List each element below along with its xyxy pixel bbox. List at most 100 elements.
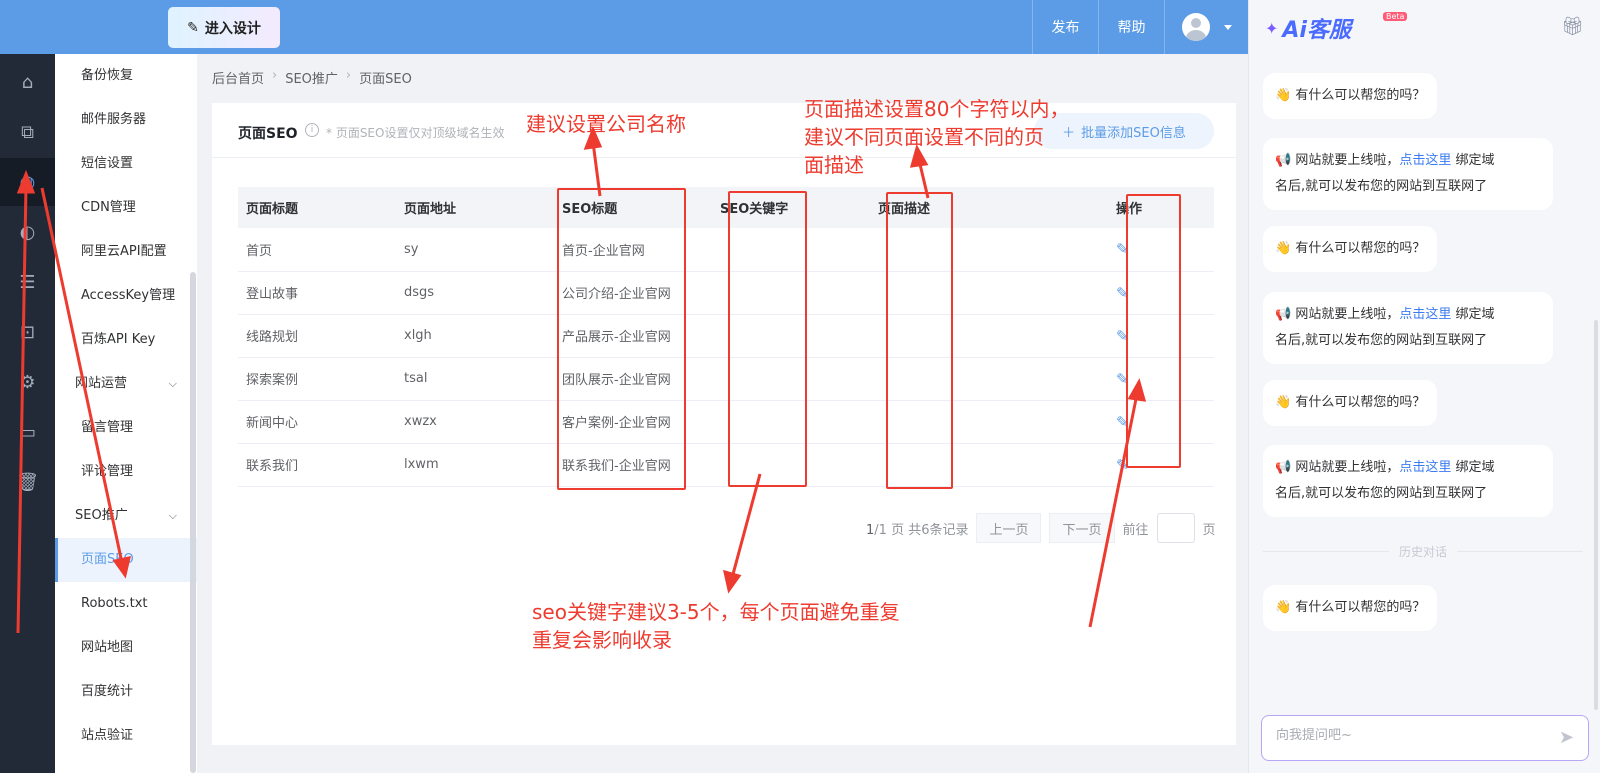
launch-post-text: 绑定域 [1455,153,1495,168]
list-icon[interactable]: ☰ [0,258,55,306]
pagination-total-text: /1 页 共6条记录 [874,522,969,538]
annotation-box-page-description [886,192,953,489]
megaphone-icon: 📢 [1275,307,1292,322]
chevron-down-icon: ⌵ [168,377,177,390]
launch-post-text: 绑定域 [1455,460,1495,475]
palette-icon[interactable]: ◐ [0,208,55,256]
cell-page-title: 探索案例 [238,357,396,401]
ai-question-input[interactable] [1276,728,1536,743]
subnav-item-bailian-key[interactable]: 百炼API Key [55,318,197,362]
chat-bubble: 👋 有什么可以帮您的吗？ [1263,73,1438,119]
copy-icon[interactable]: ⧉ [0,108,55,156]
ai-question-box[interactable]: ➤ [1261,715,1589,761]
subnav-item-site-verify[interactable]: 站点验证 [55,714,197,758]
page-title: 页面SEO [238,126,298,142]
wave-hand-icon: 👋 [1275,241,1292,256]
launch-post-text: 绑定域 [1455,307,1495,322]
goto-label: 前往 [1122,522,1149,538]
publish-button[interactable]: 发布 [1032,0,1098,54]
table-row: 新闻中心 xwzx 客户案例-企业官网 ✎ [238,400,1214,444]
subnav-item-cdn[interactable]: CDN管理 [55,186,197,230]
wave-hand-icon: 👋 [1275,395,1292,410]
history-label[interactable]: 历史对话 [1399,543,1447,560]
table-row: 联系我们 lxwm 联系我们-企业官网 ✎ [238,443,1214,487]
card-hint: * 页面SEO设置仅对顶级域名生效 [326,126,505,140]
info-icon[interactable]: i [305,123,319,137]
gear-icon[interactable]: ⚙ [0,358,55,406]
subnav-group-seo[interactable]: SEO推广 ⌵ [55,494,197,538]
shop-bag-icon[interactable]: ⊡ [0,308,55,356]
greeting-text: 有什么可以帮您的吗？ [1295,600,1426,615]
trash-icon[interactable]: 🗑 [0,458,55,506]
cell-page-title: 新闻中心 [238,400,396,444]
launch-text: 网站就要上线啦， [1295,307,1400,322]
table-header-row: 页面标题 页面地址 SEO标题 SEO关键字 页面描述 操作 [238,187,1214,228]
pencil-icon: ✎ [187,19,199,36]
table-row: 探索案例 tsal 团队展示-企业官网 ✎ [238,357,1214,401]
subnav-item-accesskey[interactable]: AccessKey管理 [55,274,197,318]
table-row: 登山故事 dsgs 公司介绍-企业官网 ✎ [238,271,1214,315]
enter-design-button[interactable]: ✎ 进入设计 [168,7,280,48]
icon-rail: ⌂ ⧉ ◍ ◐ ☰ ⊡ ⚙ ▭ 🗑 [0,54,55,773]
pagination-total: 1/1 页 共6条记录 [866,519,968,538]
table-row: 线路规划 xlgh 产品展示-企业官网 ✎ [238,314,1214,358]
sidebar-scrollbar[interactable] [190,272,196,773]
wave-hand-icon: 👋 [1275,88,1292,103]
subnav-item-sms[interactable]: 短信设置 [55,142,197,186]
cell-page-title: 联系我们 [238,443,396,487]
cell-page-url: lxwm [396,443,554,487]
sparkle-icon: ✦ [1265,18,1279,38]
subnav-item-comments[interactable]: 评论管理 [55,450,197,494]
subnav-item-messages[interactable]: 留言管理 [55,406,197,450]
user-menu[interactable] [1164,0,1248,54]
divider-line [1263,551,1389,552]
prev-page-button[interactable]: 上一页 [976,513,1042,543]
chevron-down-icon[interactable] [1223,24,1232,30]
chat-bubble: 📢 网站就要上线啦，点击这里 绑定域 名后,就可以发布您的网站到互联网了 [1263,138,1553,210]
click-here-link[interactable]: 点击这里 [1399,153,1451,168]
subnav-item-aliyun-api[interactable]: 阿里云API配置 [55,230,197,274]
history-divider: 历史对话 [1263,543,1584,560]
subnav-item-sitemap[interactable]: 网站地图 [55,626,197,670]
home-icon[interactable]: ⌂ [0,58,55,106]
launch-line2-text: 名后,就可以发布您的网站到互联网了 [1275,486,1488,501]
breadcrumb: 后台首页 › SEO推广 › 页面SEO [212,68,412,87]
page-unit-label: 页 [1202,522,1216,538]
subnav-item-baidu-stats[interactable]: 百度统计 [55,670,197,714]
subnav-group-ops[interactable]: 网站运营 ⌵ [55,362,197,406]
subnav-item-robots[interactable]: Robots.txt [55,582,197,626]
logo-area [0,0,158,54]
ai-assistant-panel: ✦ Ai客服 Beta 🎁︎ 👋 有什么可以帮您的吗？ 📢 网站就要上线啦，点击… [1248,0,1600,773]
click-here-link[interactable]: 点击这里 [1399,307,1451,322]
chevron-right-icon: › [272,68,278,83]
annotation-description-line: 面描述 [804,153,864,177]
avatar[interactable] [1181,13,1210,41]
greeting-text: 有什么可以帮您的吗？ [1295,395,1426,410]
cell-page-url: sy [396,228,554,272]
breadcrumb-seo[interactable]: SEO推广 [285,68,338,87]
cell-page-url: xlgh [396,314,554,358]
subnav-group-ops-label: 网站运营 [75,376,128,391]
cell-page-url: xwzx [396,400,554,444]
divider-line [1457,551,1584,552]
send-icon[interactable]: ➤ [1559,727,1574,748]
page-jump-input[interactable] [1156,513,1195,543]
card-header: 页面SEO i * 页面SEO设置仅对顶级域名生效 ＋ 批量添加SEO信息 [212,103,1236,158]
terminal-icon[interactable]: ▭ [0,408,55,456]
annotation-keywords: seo关键字建议3-5个，每个页面避免重复 重复会影响收录 [532,598,900,654]
subnav-item-backup[interactable]: 备份恢复 [55,54,197,98]
help-button[interactable]: 帮助 [1098,0,1164,54]
annotation-description-line: 建议不同页面设置不同的页 [804,125,1044,149]
subnav-group-seo-label: SEO推广 [75,508,128,523]
subnav-item-page-seo[interactable]: 页面SEO [55,538,197,582]
gift-icon[interactable]: 🎁︎ [1561,16,1584,37]
greeting-text: 有什么可以帮您的吗？ [1295,241,1426,256]
seo-icon[interactable]: ◍ [0,158,55,206]
launch-text: 网站就要上线啦， [1295,153,1400,168]
click-here-link[interactable]: 点击这里 [1399,460,1451,475]
next-page-button[interactable]: 下一页 [1049,513,1115,543]
subnav-item-mail-server[interactable]: 邮件服务器 [55,98,197,142]
breadcrumb-home[interactable]: 后台首页 [212,68,264,87]
cell-page-url: tsal [396,357,554,401]
chat-scrollbar[interactable] [1594,320,1598,710]
